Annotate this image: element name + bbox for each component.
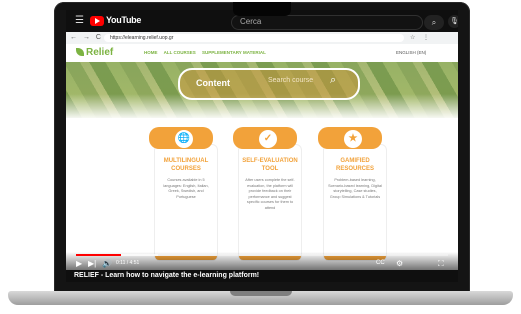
card-text: Problem-based learning, Scenario-based l… [328,178,382,199]
settings-icon[interactable]: ⚙ [396,259,403,268]
search-icon: ⌕ [330,74,337,86]
youtube-search-input[interactable]: Cerca [231,15,423,30]
checkmark-icon: ✓ [259,130,277,148]
site-nav-links: HOME ALL COURSES SUPPLEMENTARY MATERIAL [144,50,271,55]
card-title: GAMIFIED RESOURCES [335,158,374,172]
menu-icon[interactable]: ☰ [75,15,84,26]
card-title: SELF-EVALUATION TOOL [242,158,298,172]
play-icon[interactable]: ▶ [76,259,82,268]
subtitles-icon[interactable]: CC [376,260,385,266]
feature-card-gamified: ★ GAMIFIED RESOURCES Problem-based learn… [318,127,387,261]
card-text: After users complete the self-evaluation… [245,178,295,210]
volume-icon[interactable]: 🔊 [102,259,112,268]
next-icon[interactable]: ▶| [88,259,96,268]
card-title: MULTILINGUAL COURSES [163,158,209,172]
nav-supplementary: SUPPLEMENTARY MATERIAL [202,50,266,55]
time-display: 0:11 / 4:51 [116,260,140,266]
card-text: Courses available in 5 languages: Englis… [163,178,209,199]
course-search-pill: Content Search course ⌕ [178,68,360,100]
browser-nav-icons: ← → C [70,34,103,41]
language-selector: ENGLISH (EN) [396,50,427,55]
video-title: RELIEF - Learn how to navigate the e-lea… [74,272,260,279]
site-logo: Relief [86,47,114,58]
camera-notch [233,2,291,16]
browser-toolbar-icons: ☆ ⋮ [410,35,433,41]
nav-all-courses: ALL COURSES [163,50,196,55]
site-navbar: Relief HOME ALL COURSES SUPPLEMENTARY MA… [66,44,458,62]
video-player[interactable]: ← → C https://elearning.relief.uop.gr ☆ … [66,32,458,270]
progress-fill [76,254,121,256]
browser-url-bar: https://elearning.relief.uop.gr [104,34,404,42]
search-icon[interactable]: ⌕ [424,15,444,30]
fullscreen-icon[interactable]: ⛶ [438,259,444,269]
search-placeholder: Cerca [240,17,262,26]
feature-card-multilingual: 🌐 MULTILINGUAL COURSES Courses available… [149,127,218,261]
progress-bar[interactable] [76,254,448,256]
laptop-screen: ☰ YouTube Cerca ⌕ 🎙 ← → C https://elearn… [66,10,458,282]
youtube-brand[interactable]: YouTube [106,15,141,25]
laptop-base-notch [230,291,292,296]
pill-placeholder: Search course [268,77,314,84]
youtube-logo-icon[interactable] [90,16,104,26]
globe-icon: 🌐 [175,130,193,148]
feature-card-self-evaluation: ✓ SELF-EVALUATION TOOL After users compl… [233,127,302,261]
player-controls: ▶ ▶| 🔊 0:11 / 4:51 CC ⚙ ⛶ [66,252,458,270]
pill-label: Content [196,78,230,88]
microphone-icon[interactable]: 🎙 [448,15,458,28]
leaf-icon [76,48,84,56]
puzzle-icon: ★ [344,130,362,148]
browser-url-text: https://elearning.relief.uop.gr [110,35,174,41]
nav-home: HOME [144,50,158,55]
